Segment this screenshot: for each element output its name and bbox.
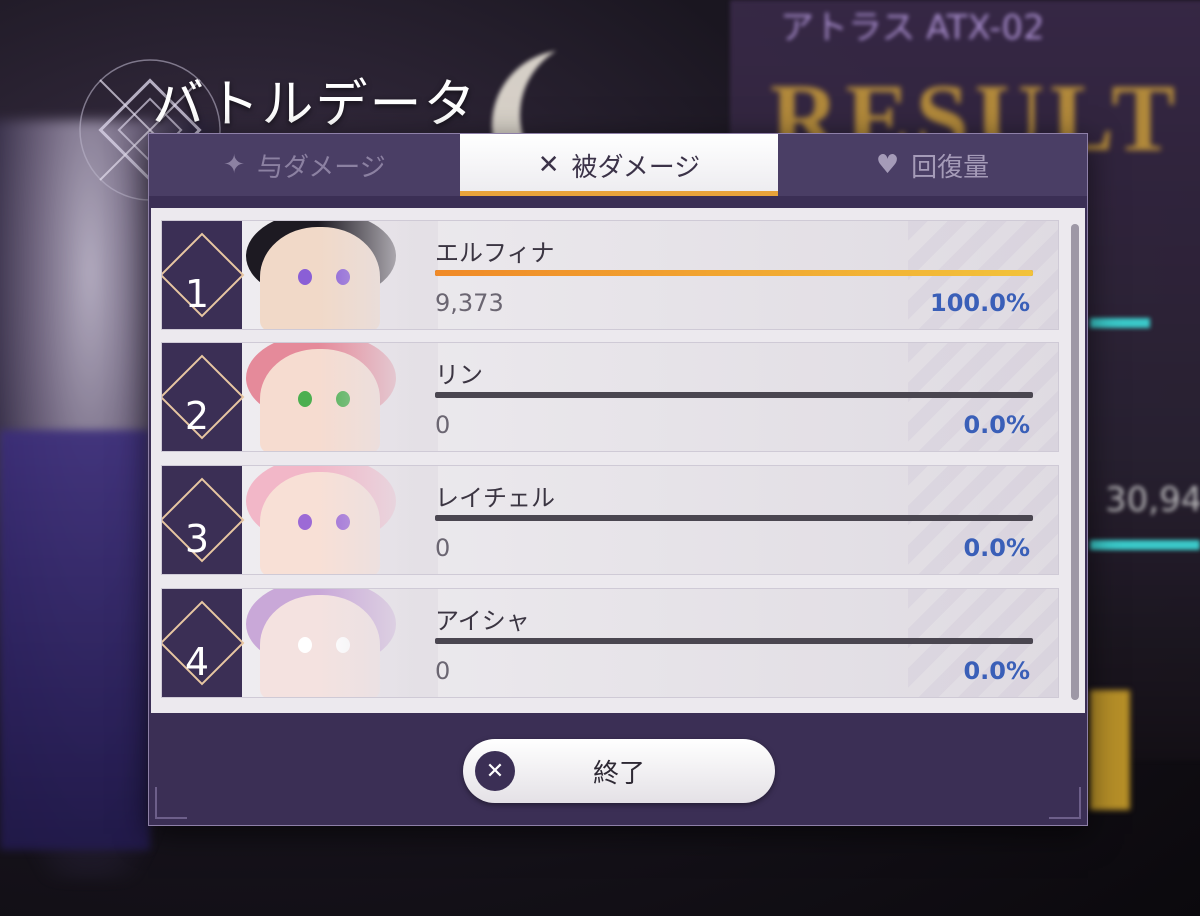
rank-number: 3: [184, 517, 210, 561]
damage-bar-fill: [435, 270, 1033, 276]
background-gold-item: [1090, 690, 1130, 810]
damage-percent: 0.0%: [963, 411, 1030, 439]
background-stage-name: アトラス ATX-02: [780, 8, 1045, 48]
tab-healing[interactable]: ♥ 回復量: [778, 134, 1087, 196]
end-button-label: 終了: [592, 758, 645, 789]
rank-badge: 3: [162, 466, 245, 574]
portrait-fade: [238, 466, 438, 574]
character-name: レイチェル: [435, 484, 555, 512]
scrollbar[interactable]: [1071, 224, 1079, 700]
damage-bar: [435, 270, 1033, 276]
character-portrait: [238, 343, 438, 451]
page-title: バトルデータ: [152, 75, 478, 135]
background-number: 30,94: [1105, 480, 1200, 520]
tab-label: 与ダメージ: [257, 152, 386, 183]
rank-number: 4: [184, 640, 210, 684]
portrait-fade: [238, 221, 438, 329]
tab-label: 被ダメージ: [571, 152, 701, 183]
damage-value: 0: [435, 534, 451, 562]
background-gauge: [1090, 318, 1150, 328]
corner-decoration: [155, 787, 187, 819]
active-tab-indicator: [460, 191, 778, 196]
rank-badge: 4: [162, 589, 245, 697]
background-robe: [0, 430, 150, 850]
scrollbar-thumb[interactable]: [1071, 224, 1079, 700]
sword-sparkle-icon: ✦: [223, 150, 246, 180]
ranking-row: 1 エルフィナ 9,373 100.0%: [161, 220, 1059, 330]
damage-value: 0: [435, 411, 451, 439]
heart-icon: ♥: [875, 150, 900, 180]
damage-percent: 0.0%: [963, 657, 1030, 685]
damage-bar: [435, 515, 1033, 521]
rank-number: 1: [184, 272, 210, 316]
end-button[interactable]: ✕ 終了: [463, 739, 775, 803]
tab-bar: ✦ 与ダメージ ✕ 被ダメージ ♥ 回復量: [149, 134, 1087, 196]
damage-percent: 0.0%: [963, 534, 1030, 562]
portrait-fade: [238, 343, 438, 451]
ranking-row: 3 レイチェル 0 0.0%: [161, 465, 1059, 575]
rank-badge: 1: [162, 221, 245, 329]
damage-bar: [435, 638, 1033, 644]
battle-data-dialog: ✦ 与ダメージ ✕ 被ダメージ ♥ 回復量 1 エルフィナ 9,373 100.…: [148, 133, 1088, 826]
tab-damage-dealt[interactable]: ✦ 与ダメージ: [149, 134, 460, 196]
background-gauge-2: [1090, 540, 1200, 550]
damage-bar: [435, 392, 1033, 398]
corner-decoration: [1049, 787, 1081, 819]
damage-percent: 100.0%: [930, 289, 1030, 317]
damage-taken-icon: ✕: [537, 150, 560, 180]
character-portrait: [238, 466, 438, 574]
ranking-row: 4 アイシャ 0 0.0%: [161, 588, 1059, 698]
portrait-fade: [238, 589, 438, 697]
rank-badge: 2: [162, 343, 245, 451]
character-name: アイシャ: [435, 607, 530, 635]
character-name: リン: [435, 361, 483, 389]
tab-label: 回復量: [911, 152, 990, 183]
tab-damage-taken[interactable]: ✕ 被ダメージ: [460, 134, 778, 196]
character-portrait: [238, 221, 438, 329]
character-portrait: [238, 589, 438, 697]
ranking-list: 1 エルフィナ 9,373 100.0% 2 リン 0 0.0% 3 レイチェル…: [151, 208, 1085, 713]
damage-value: 0: [435, 657, 451, 685]
damage-value: 9,373: [435, 289, 504, 317]
character-name: エルフィナ: [435, 239, 555, 267]
ranking-row: 2 リン 0 0.0%: [161, 342, 1059, 452]
rank-number: 2: [184, 394, 210, 438]
